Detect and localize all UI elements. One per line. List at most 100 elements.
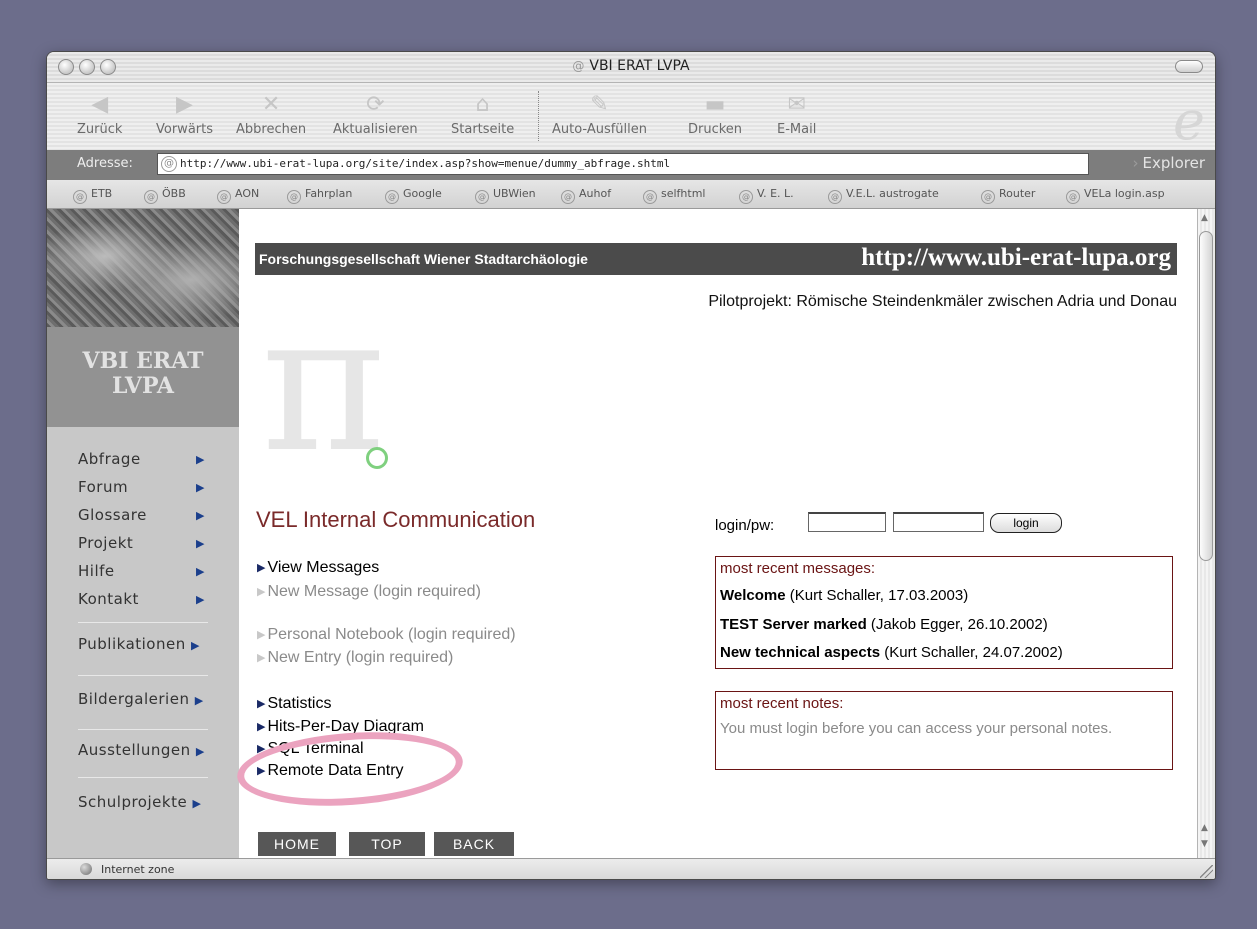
autofill-button[interactable]: ✎ Auto-Ausfüllen [552,91,647,137]
page-at-icon: @ [572,59,585,73]
page-content: VBI ERAT LVPA Abfrage ▶ Forum ▶ Glossare… [47,209,1197,858]
title-bar[interactable]: @ VBI ERAT LVPA [47,52,1215,83]
favorite-at-icon: @ [144,190,158,204]
favorite-link[interactable]: @ ÖBB [144,187,186,204]
home-button[interactable]: ⌂ Startseite [451,91,514,137]
top-nav-button[interactable]: TOP [349,832,425,856]
recent-notes-title: most recent notes: [720,695,844,712]
sidebar-arrow-icon: ▶ [196,537,205,550]
new-message-link[interactable]: ▶ New Message (login required) [257,583,481,601]
sidebar-item-forum[interactable]: Forum [78,478,128,496]
favorite-link[interactable]: @ Fahrplan [287,187,352,204]
address-bar: Adresse: @ http://www.ubi-erat-lupa.org/… [47,150,1215,180]
password-input[interactable] [893,512,984,532]
explorer-button[interactable]: › Explorer [1133,154,1205,172]
pilot-project-line: Pilotprojekt: Römische Steindenkmäler zw… [708,293,1177,310]
internet-explorer-logo-icon: e [1173,89,1205,152]
favorite-link[interactable]: @ V.E.L. austrogate [828,187,939,204]
triangle-bullet-icon: ▶ [257,629,266,641]
browser-toolbar: ◀ Zurück ▶ Vorwärts ✕ Abbrechen ⟳ Aktual… [47,83,1215,150]
toolbar-toggle-button[interactable] [1175,60,1203,73]
sidebar-arrow-icon: ▶ [196,593,205,606]
back-button[interactable]: ◀ Zurück [77,91,122,137]
toolbar-separator [538,91,539,141]
sidebar-arrow-icon: ▶ [191,639,200,652]
favorite-at-icon: @ [561,190,575,204]
back-nav-button[interactable]: BACK [434,832,514,856]
sidebar-item-glossare[interactable]: Glossare [78,506,147,524]
favorite-link[interactable]: @ Router [981,187,1035,204]
mail-button[interactable]: ✉ E-Mail [777,91,816,137]
message-item[interactable]: TEST Server marked (Jakob Egger, 26.10.2… [720,616,1048,633]
statistics-link[interactable]: ▶ Statistics [257,695,331,713]
scrollbar-thumb[interactable] [1199,231,1213,561]
house-icon: ⌂ [475,92,490,117]
triangle-bullet-icon: ▶ [257,562,266,574]
forward-button[interactable]: ▶ Vorwärts [156,91,213,137]
favorite-at-icon: @ [287,190,301,204]
username-input[interactable] [808,512,886,532]
favorite-link[interactable]: @ AON [217,187,259,204]
globe-icon [80,863,92,875]
favorite-at-icon: @ [475,190,489,204]
sidebar-arrow-icon: ▶ [195,745,205,758]
right-arrow-icon: ▶ [176,92,193,117]
address-label: Adresse: [77,156,133,171]
personal-notebook-link[interactable]: ▶ Personal Notebook (login required) [257,626,516,644]
vertical-scrollbar[interactable]: ▲ ▲ ▼ [1197,209,1214,858]
favorite-link[interactable]: @ Auhof [561,187,611,204]
site-header-band: Forschungsgesellschaft Wiener Stadtarchä… [255,243,1177,275]
stop-button[interactable]: ✕ Abbrechen [236,91,306,137]
new-entry-link[interactable]: ▶ New Entry (login required) [257,649,453,667]
sidebar-arrow-icon: ▶ [192,797,202,810]
sidebar-item-abfrage[interactable]: Abfrage [78,450,141,468]
sidebar-section-ausstellungen[interactable]: Ausstellungen ▶ [78,741,205,759]
browser-window: @ VBI ERAT LVPA ◀ Zurück ▶ Vorwärts ✕ Abb… [46,51,1216,880]
favorite-at-icon: @ [981,190,995,204]
scroll-down-arrow-icon[interactable]: ▼ [1201,839,1208,849]
envelope-icon: ✉ [787,92,806,117]
message-item[interactable]: Welcome (Kurt Schaller, 17.03.2003) [720,587,968,604]
site-url-heading: http://www.ubi-erat-lupa.org [861,244,1171,271]
sidebar-arrow-icon: ▶ [196,453,205,466]
sidebar-section-schulprojekte[interactable]: Schulprojekte ▶ [78,793,201,811]
address-url[interactable]: http://www.ubi-erat-lupa.org/site/index.… [180,157,670,170]
favorite-link[interactable]: @ UBWien [475,187,536,204]
pen-icon: ✎ [590,92,609,117]
organization-name: Forschungsgesellschaft Wiener Stadtarchä… [259,251,588,267]
site-brand: VBI ERAT LVPA [47,327,239,427]
favorite-at-icon: @ [828,190,842,204]
favorite-link[interactable]: @ ETB [73,187,112,204]
favorite-at-icon: @ [217,190,231,204]
sidebar-section-publikationen[interactable]: Publikationen ▶ [78,635,200,653]
printer-icon: ▬ [704,92,726,117]
favorite-at-icon: @ [643,190,657,204]
message-item[interactable]: New technical aspects (Kurt Schaller, 24… [720,644,1063,661]
scroll-up-arrow-icon[interactable]: ▲ [1201,823,1208,833]
print-button[interactable]: ▬ Drucken [688,91,742,137]
sidebar-item-projekt[interactable]: Projekt [78,534,133,552]
sidebar-divider [78,622,208,623]
resize-grip-icon[interactable] [1200,865,1213,878]
triangle-bullet-icon: ▶ [257,586,266,598]
favorite-link[interactable]: @ selfhtml [643,187,705,204]
favorite-link[interactable]: @ V. E. L. [739,187,794,204]
sidebar-item-hilfe[interactable]: Hilfe [78,562,115,580]
address-field[interactable]: @ http://www.ubi-erat-lupa.org/site/inde… [157,153,1089,175]
x-icon: ✕ [261,92,281,117]
favorite-link[interactable]: @ VELa login.asp [1066,187,1165,204]
sidebar-item-kontakt[interactable]: Kontakt [78,590,139,608]
login-label: login/pw: [715,517,775,534]
pi-logo-icon: π [261,273,386,494]
view-messages-link[interactable]: ▶ View Messages [257,559,379,577]
home-nav-button[interactable]: HOME [258,832,336,856]
triangle-bullet-icon: ▶ [257,721,266,733]
favorite-link[interactable]: @ Google [385,187,442,204]
sidebar-section-bildergalerien[interactable]: Bildergalerien ▶ [78,690,204,708]
page-title: VEL Internal Communication [256,507,536,532]
login-button[interactable]: login [990,513,1062,533]
scroll-up-arrow-icon[interactable]: ▲ [1201,213,1208,223]
window-title: @ VBI ERAT LVPA [572,58,690,74]
refresh-button[interactable]: ⟳ Aktualisieren [333,91,418,137]
chevron-right-icon: › [1132,154,1139,172]
